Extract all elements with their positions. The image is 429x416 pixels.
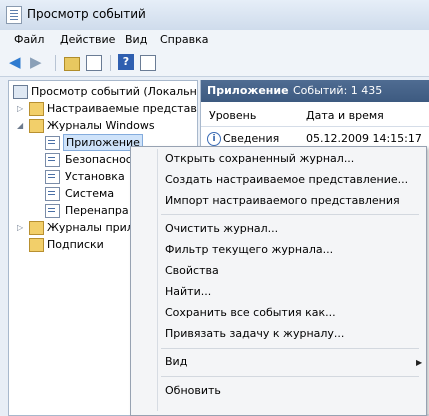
context-menu: Открыть сохраненный журнал... Создать на… <box>130 146 427 416</box>
menu-file[interactable]: Файл <box>14 33 44 46</box>
panel-header: Приложение Событий: 1 435 <box>201 80 429 102</box>
column-level[interactable]: Уровень <box>209 109 256 122</box>
show-tree-icon[interactable] <box>86 55 102 71</box>
log-icon <box>45 187 60 201</box>
tree-node-label: Перенапра <box>65 204 129 217</box>
window-title: Просмотр событий <box>27 7 146 21</box>
tree-node-custom-views[interactable]: ▷ Настраиваемые представле <box>9 100 197 117</box>
tree-node-label: Установка <box>65 170 125 183</box>
tree-node-label: Журналы Windows <box>47 119 155 132</box>
log-icon <box>45 204 60 218</box>
folder-up-icon[interactable] <box>64 57 80 71</box>
menu-view[interactable]: Вид <box>165 352 187 372</box>
menu-clear-log[interactable]: Очистить журнал... <box>165 219 278 239</box>
menu-find[interactable]: Найти... <box>165 282 211 302</box>
info-icon: i <box>207 132 221 146</box>
tree-node-label: Просмотр событий (Локальнь <box>31 85 198 98</box>
forward-arrow-icon[interactable]: ▶ <box>30 54 46 70</box>
row-level: Сведения <box>223 132 280 145</box>
computer-icon <box>13 85 28 99</box>
menu-separator <box>161 376 419 377</box>
menu-help[interactable]: Справка <box>160 33 208 46</box>
menu-view[interactable]: Вид <box>125 33 147 46</box>
tree-node-root[interactable]: Просмотр событий (Локальнь <box>9 83 197 100</box>
menu-create-custom-view[interactable]: Создать настраиваемое представление... <box>165 170 408 190</box>
menu-action[interactable]: Действие <box>60 33 115 46</box>
tree-node-label: Журналы прил <box>47 221 134 234</box>
menu-save-all-events[interactable]: Сохранить все события как... <box>165 303 336 323</box>
menu-import-custom-view[interactable]: Импорт настраиваемого представления <box>165 191 400 211</box>
action-pane-icon[interactable] <box>140 55 156 71</box>
menu-open-saved-log[interactable]: Открыть сохраненный журнал... <box>165 149 354 169</box>
row-date: 05.12.2009 14:15:17 <box>306 132 422 145</box>
menu-properties[interactable]: Свойства <box>165 261 219 281</box>
menu-filter-current-log[interactable]: Фильтр текущего журнала... <box>165 240 333 260</box>
expand-arrow-icon[interactable]: ▷ <box>17 219 25 236</box>
tree-node-windows-logs[interactable]: ◢ Журналы Windows <box>9 117 197 134</box>
event-count: Событий: 1 435 <box>293 84 383 97</box>
back-arrow-icon[interactable]: ◀ <box>9 54 25 70</box>
submenu-arrow-icon: ▶ <box>416 358 423 367</box>
folder-icon <box>29 221 44 235</box>
panel-title: Приложение <box>207 84 289 97</box>
log-icon <box>45 136 60 150</box>
toolbar-separator <box>110 55 111 71</box>
column-date[interactable]: Дата и время <box>306 109 384 122</box>
expand-arrow-icon[interactable]: ▷ <box>17 100 25 117</box>
folder-icon <box>29 102 44 116</box>
menu-gutter <box>157 149 158 411</box>
column-headers: Уровень Дата и время <box>201 106 429 127</box>
tree-node-label: Настраиваемые представле <box>47 102 198 115</box>
tree-node-label: Подписки <box>47 238 104 251</box>
title-bar: Просмотр событий <box>0 0 429 30</box>
toolbar-separator <box>55 55 56 71</box>
log-icon <box>45 170 60 184</box>
menu-attach-task[interactable]: Привязать задачу к журналу... <box>165 324 344 344</box>
menu-refresh[interactable]: Обновить <box>165 381 221 401</box>
menu-separator <box>161 214 419 215</box>
log-icon <box>45 153 60 167</box>
subscriptions-icon <box>29 238 44 252</box>
folder-icon <box>29 119 44 133</box>
menu-separator <box>161 348 419 349</box>
help-icon[interactable]: ? <box>118 54 134 70</box>
event-viewer-icon <box>6 6 22 24</box>
menu-bar: Файл Действие Вид Справка <box>0 30 429 50</box>
tree-node-label: Безопаснос <box>65 153 132 166</box>
tree-node-label: Система <box>65 187 115 200</box>
collapse-arrow-icon[interactable]: ◢ <box>17 117 25 134</box>
toolbar: ◀ ▶ ? <box>0 50 429 77</box>
